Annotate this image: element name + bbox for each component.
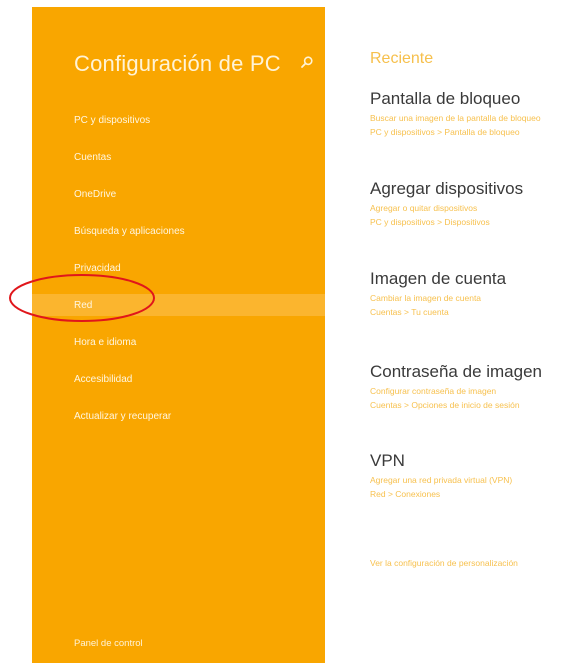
entry-description-link[interactable]: Buscar una imagen de la pantalla de bloq… [370,113,541,124]
sidebar-item-privacidad[interactable]: Privacidad [32,257,325,279]
entry-path-link[interactable]: PC y dispositivos > Pantalla de bloqueo [370,127,541,138]
sidebar-item-label: OneDrive [74,188,117,200]
recent-entry-agregar-dispositivos: Agregar dispositivos Agregar o quitar di… [370,179,523,228]
personalization-settings-link[interactable]: Ver la configuración de personalización [370,558,518,568]
sidebar-item-label: Actualizar y recuperar [74,410,172,422]
sidebar-item-hora-e-idioma[interactable]: Hora e idioma [32,331,325,353]
sidebar-item-label: Búsqueda y aplicaciones [74,225,185,237]
sidebar-item-accesibilidad[interactable]: Accesibilidad [32,368,325,390]
recent-entry-contrasena-de-imagen: Contraseña de imagen Configurar contrase… [370,362,542,411]
entry-title[interactable]: Contraseña de imagen [370,362,542,382]
sidebar-item-label: Cuentas [74,151,112,163]
sidebar-item-busqueda-y-aplicaciones[interactable]: Búsqueda y aplicaciones [32,220,325,242]
entry-description-link[interactable]: Configurar contraseña de imagen [370,386,542,397]
entry-title[interactable]: Agregar dispositivos [370,179,523,199]
entry-title[interactable]: Pantalla de bloqueo [370,89,541,109]
sidebar-item-pc-y-dispositivos[interactable]: PC y dispositivos [32,109,325,131]
sidebar-item-label: Red [74,299,93,311]
sidebar-item-label: Accesibilidad [74,373,133,385]
sidebar-item-onedrive[interactable]: OneDrive [32,183,325,205]
sidebar: Configuración de PC PC y dispositivos Cu… [32,7,325,663]
entry-title[interactable]: VPN [370,451,512,471]
sidebar-item-red[interactable]: Red [32,294,325,316]
entry-description-link[interactable]: Cambiar la imagen de cuenta [370,293,506,304]
sidebar-item-label: Privacidad [74,262,121,274]
sidebar-item-label: Hora e idioma [74,336,137,348]
sidebar-item-cuentas[interactable]: Cuentas [32,146,325,168]
sidebar-item-label: PC y dispositivos [74,114,151,126]
entry-title[interactable]: Imagen de cuenta [370,269,506,289]
recent-entry-pantalla-de-bloqueo: Pantalla de bloqueo Buscar una imagen de… [370,89,541,138]
recent-entry-vpn: VPN Agregar una red privada virtual (VPN… [370,451,512,500]
sidebar-item-actualizar-y-recuperar[interactable]: Actualizar y recuperar [32,405,325,427]
search-icon[interactable] [300,55,314,69]
control-panel-link[interactable]: Panel de control [74,638,143,649]
recent-section-title: Reciente [370,50,434,67]
entry-path-link[interactable]: Cuentas > Opciones de inicio de sesión [370,400,542,411]
sidebar-title: Configuración de PC [74,51,281,76]
recent-entry-imagen-de-cuenta: Imagen de cuenta Cambiar la imagen de cu… [370,269,506,318]
entry-description-link[interactable]: Agregar o quitar dispositivos [370,203,523,214]
entry-path-link[interactable]: Red > Conexiones [370,489,512,500]
entry-description-link[interactable]: Agregar una red privada virtual (VPN) [370,475,512,486]
entry-path-link[interactable]: PC y dispositivos > Dispositivos [370,217,523,228]
entry-path-link[interactable]: Cuentas > Tu cuenta [370,307,506,318]
